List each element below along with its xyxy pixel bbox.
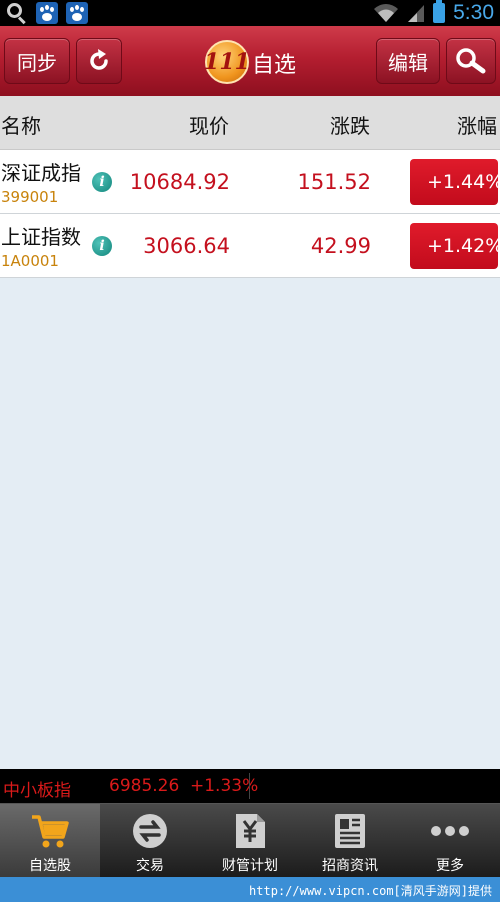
sync-button[interactable]: 同步 (4, 38, 70, 84)
more-dots-icon (431, 826, 469, 836)
refresh-button[interactable] (76, 38, 122, 84)
search-button[interactable] (446, 38, 496, 84)
table-row[interactable]: 上证指数 1A0001 i 3066.64 42.99 +1.42% (0, 214, 500, 278)
stock-code: 1A0001 (1, 252, 59, 270)
clock: 5:30 (453, 1, 494, 24)
page-title: 自选 (252, 53, 297, 78)
title-bar: 同步 111 自选 编辑 (0, 26, 500, 96)
stock-name: 深证成指 (1, 161, 81, 185)
tab-watchlist[interactable]: 自选股 (0, 804, 100, 878)
ticker-percent: +1.33% (190, 776, 259, 796)
tab-label: 自选股 (29, 858, 71, 874)
ticker-divider (249, 773, 250, 799)
tab-label: 交易 (136, 858, 164, 874)
tab-more[interactable]: 更多 (400, 804, 500, 878)
exchange-icon (133, 814, 167, 848)
search-icon (456, 48, 486, 74)
watchlist: 深证成指 399001 i 10684.92 151.52 +1.44% 上证指… (0, 150, 500, 278)
news-icon (335, 814, 365, 848)
stock-percent-badge[interactable]: +1.42% (410, 223, 498, 269)
edit-label: 编辑 (388, 50, 428, 75)
tab-wealth-plan[interactable]: 财管计划 (200, 804, 300, 878)
ticker-value: 6985.26 (109, 776, 180, 796)
stock-price: 3066.64 (143, 234, 230, 258)
column-price[interactable]: 现价 (189, 110, 229, 139)
logo-text: 111 (204, 49, 250, 75)
watermark-bar: http://www.vipcn.com[清风手游网]提供 (0, 877, 500, 902)
column-header: 名称 现价 涨跌 涨幅 (0, 96, 500, 150)
tab-news[interactable]: 招商资讯 (300, 804, 400, 878)
watermark-text: http://www.vipcn.com[清风手游网]提供 (249, 884, 492, 898)
app-logo: 111 (204, 40, 250, 84)
info-icon[interactable]: i (92, 236, 112, 256)
tab-label: 招商资讯 (322, 858, 378, 874)
column-change[interactable]: 涨跌 (330, 110, 370, 139)
baidu-app-icon (66, 2, 88, 24)
column-percent[interactable]: 涨幅 (457, 110, 497, 139)
refresh-icon (90, 49, 108, 70)
stock-name: 上证指数 (1, 225, 81, 249)
tab-trade[interactable]: 交易 (100, 804, 200, 878)
stock-code: 399001 (1, 188, 59, 206)
search-icon (6, 2, 28, 25)
stock-change: 42.99 (310, 234, 371, 258)
sync-label: 同步 (17, 50, 57, 75)
baidu-app-icon (36, 2, 58, 24)
table-row[interactable]: 深证成指 399001 i 10684.92 151.52 +1.44% (0, 150, 500, 214)
tab-label: 财管计划 (222, 858, 278, 874)
battery-icon (433, 0, 446, 23)
edit-button[interactable]: 编辑 (376, 38, 440, 84)
status-bar: 5:30 (0, 0, 500, 26)
stock-change: 151.52 (297, 170, 371, 194)
column-name[interactable]: 名称 (1, 110, 41, 139)
ticker-name: 中小板指 (3, 781, 71, 801)
info-icon[interactable]: i (92, 172, 112, 192)
yuan-document-icon (236, 814, 265, 848)
bottom-tab-bar: 自选股 交易 财管计划 招商资讯 更多 (0, 803, 500, 878)
index-ticker[interactable]: 中小板指 6985.26 +1.33% (0, 769, 500, 803)
signal-icon (408, 5, 425, 22)
stock-percent-badge[interactable]: +1.44% (410, 159, 498, 205)
wifi-icon (374, 4, 399, 22)
tab-label: 更多 (436, 858, 464, 874)
stock-price: 10684.92 (129, 170, 230, 194)
shopping-cart-icon (32, 815, 69, 848)
